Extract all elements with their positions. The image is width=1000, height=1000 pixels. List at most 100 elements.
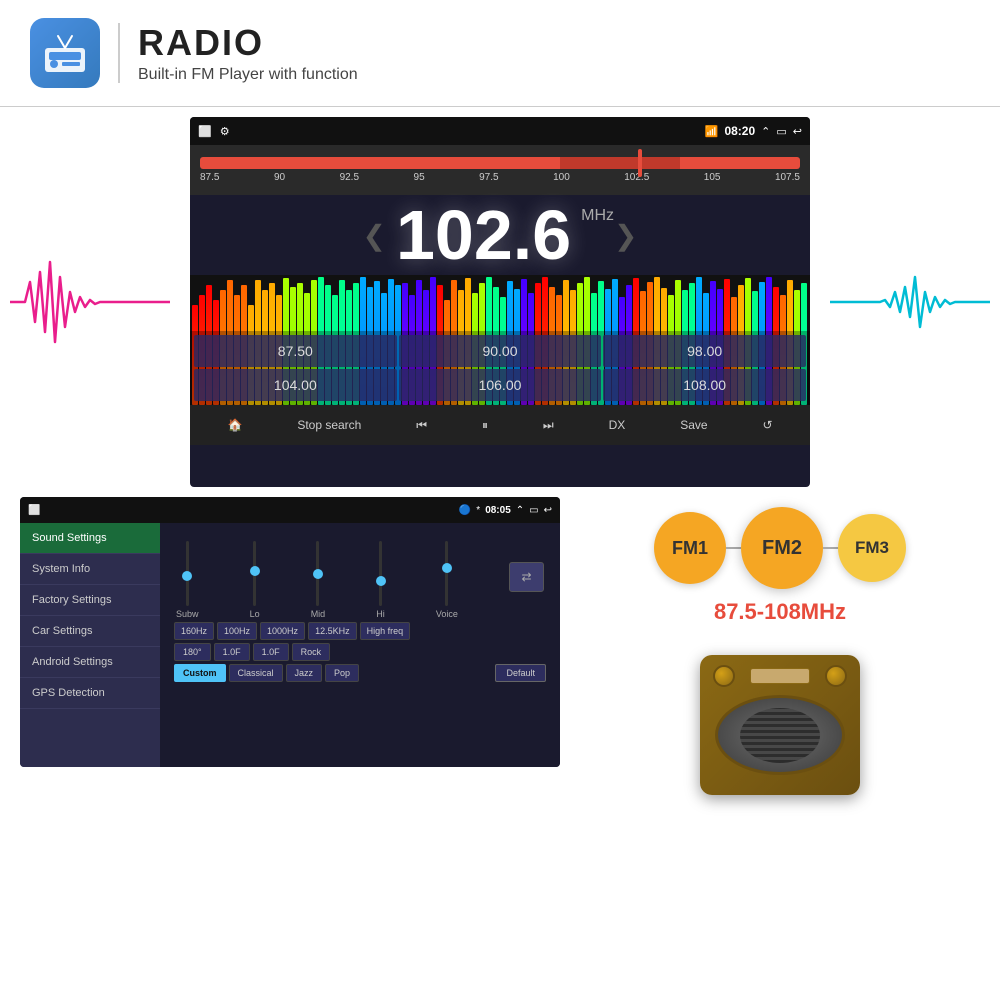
settings-main-panel: Subw Lo Mid (160, 523, 560, 767)
home-button[interactable]: 🏠 (227, 418, 242, 432)
radio-app-icon (30, 18, 100, 88)
wifi-icon: * (476, 505, 480, 516)
mid-label: Mid (311, 609, 326, 619)
radio-display (750, 668, 810, 684)
fm3-bubble: FM3 (838, 514, 906, 582)
vintage-radio (700, 655, 860, 795)
wave-right (830, 242, 990, 362)
preset-item-1[interactable]: 87.50 (194, 335, 397, 367)
preset-item-3[interactable]: 98.00 (603, 335, 806, 367)
settings-time: 08:05 (485, 505, 511, 516)
style-btn-custom[interactable]: Custom (174, 664, 226, 682)
freq-btn-125khz[interactable]: 12.5KHz (308, 622, 357, 640)
control-bar: 🏠 Stop search ⏮ ⏸ ⏭ DX Save ↺ (190, 405, 810, 445)
stop-search-button[interactable]: Stop search (297, 418, 361, 432)
freq-track (200, 157, 800, 169)
eq-slider-lo: Lo (250, 541, 260, 619)
settings-status-bar: ⬜ 🔵 * 08:05 ⌃ ▭ ↩ (20, 497, 560, 523)
voice-knob[interactable] (442, 563, 452, 573)
freq-prev-arrow[interactable]: ❮ (363, 219, 386, 252)
eq-slider-voice: Voice (436, 541, 458, 619)
style-btn-jazz[interactable]: Jazz (286, 664, 323, 682)
bottom-section: ⬜ 🔵 * 08:05 ⌃ ▭ ↩ Sound Settings System … (0, 497, 1000, 795)
dx-button[interactable]: DX (609, 418, 626, 432)
sidebar-item-factory-settings[interactable]: Factory Settings (20, 585, 160, 616)
save-button[interactable]: Save (680, 418, 707, 432)
prev-button[interactable]: ⏮ (416, 418, 427, 433)
freq-bar: 87.5 90 92.5 95 97.5 100 102.5 105 107.5 (190, 145, 810, 195)
back-icon: ↩ (544, 505, 552, 516)
radio-screen-wrapper: ⬜ ⚙ 📶 08:20 ⌃ ▭ ↩ 87.5 90 92.5 (0, 117, 1000, 487)
style-buttons-row: Custom Classical Jazz Pop Default (166, 664, 554, 682)
freq-unit: MHz (581, 207, 614, 225)
style-btn-pop[interactable]: Pop (325, 664, 359, 682)
lo-label: Lo (250, 609, 260, 619)
eq-slider-mid: Mid (311, 541, 326, 619)
play-pause-button[interactable]: ⏸ (482, 418, 488, 433)
hi-label: Hi (376, 609, 385, 619)
status-bar-right: 📶 08:20 ⌃ ▭ ↩ (705, 124, 802, 138)
val-btn-rock[interactable]: Rock (292, 643, 331, 661)
speaker-grill (740, 708, 820, 763)
fm2-bubble: FM2 (741, 507, 823, 589)
freq-btn-1000hz[interactable]: 1000Hz (260, 622, 305, 640)
back-icon: ↩ (793, 125, 802, 138)
eq-sliders-area: Subw Lo Mid (166, 529, 554, 619)
val-btn-1f-2[interactable]: 1.0F (253, 643, 289, 661)
fm-panel: FM1 FM2 FM3 87.5-108MHz (580, 497, 980, 795)
stereo-button[interactable]: ⇄ (509, 562, 544, 592)
freq-btn-100hz[interactable]: 100Hz (217, 622, 257, 640)
subw-knob[interactable] (182, 571, 192, 581)
default-button[interactable]: Default (495, 664, 546, 682)
header-divider (118, 23, 120, 83)
val-btn-180[interactable]: 180° (174, 643, 211, 661)
sidebar-item-sound-settings[interactable]: Sound Settings (20, 523, 160, 554)
expand-icon: ⌃ (516, 505, 524, 516)
radio-status-bar: ⬜ ⚙ 📶 08:20 ⌃ ▭ ↩ (190, 117, 810, 145)
android-radio-screen: ⬜ ⚙ 📶 08:20 ⌃ ▭ ↩ 87.5 90 92.5 (190, 117, 810, 487)
settings-screen: ⬜ 🔵 * 08:05 ⌃ ▭ ↩ Sound Settings System … (20, 497, 560, 767)
header: RADIO Built-in FM Player with function (0, 0, 1000, 107)
radio-knob-left (713, 665, 735, 687)
style-btn-classical[interactable]: Classical (229, 664, 283, 682)
next-button[interactable]: ⏭ (543, 418, 554, 433)
expand-icon: ⌃ (761, 125, 770, 138)
preset-item-6[interactable]: 108.00 (603, 369, 806, 401)
window-icon: ▭ (529, 505, 538, 516)
val-btn-1f-1[interactable]: 1.0F (214, 643, 250, 661)
page-title: RADIO (138, 22, 358, 64)
subw-label: Subw (176, 609, 199, 619)
status-bar-left: ⬜ ⚙ (198, 125, 230, 138)
wave-left (10, 242, 170, 362)
freq-btn-160hz[interactable]: 160Hz (174, 622, 214, 640)
nav-home-icon: ⬜ (28, 505, 40, 516)
sidebar-item-android-settings[interactable]: Android Settings (20, 647, 160, 678)
time-display: 08:20 (724, 124, 755, 138)
sidebar-item-car-settings[interactable]: Car Settings (20, 616, 160, 647)
style-buttons-group: Custom Classical Jazz Pop (174, 664, 359, 682)
freq-labels: 87.5 90 92.5 95 97.5 100 102.5 105 107.5 (200, 172, 800, 183)
freq-number: 102.6 (396, 195, 571, 275)
fm1-bubble: FM1 (654, 512, 726, 584)
hi-knob[interactable] (376, 576, 386, 586)
val-buttons-row: 180° 1.0F 1.0F Rock (166, 643, 554, 661)
settings-icon: ⚙ (220, 125, 230, 138)
page-subtitle: Built-in FM Player with function (138, 66, 358, 84)
fm1-fm2-connector (726, 547, 741, 549)
sidebar-item-system-info[interactable]: System Info (20, 554, 160, 585)
radio-back-button[interactable]: ↺ (762, 418, 772, 432)
mid-knob[interactable] (313, 569, 323, 579)
home-icon: ⬜ (198, 125, 212, 138)
preset-item-5[interactable]: 106.00 (399, 369, 602, 401)
eq-slider-hi: Hi (376, 541, 385, 619)
freq-btn-highfreq[interactable]: High freq (360, 622, 411, 640)
sidebar-item-gps-detection[interactable]: GPS Detection (20, 678, 160, 709)
lo-knob[interactable] (250, 566, 260, 576)
preset-item-4[interactable]: 104.00 (194, 369, 397, 401)
settings-status-left: ⬜ (28, 505, 40, 516)
freq-next-arrow[interactable]: ❯ (614, 219, 637, 252)
header-text: RADIO Built-in FM Player with function (138, 22, 358, 84)
freq-scale: 87.5 90 92.5 95 97.5 100 102.5 105 107.5 (200, 157, 800, 183)
eq-display: 87.50 90.00 98.00 104.00 106.00 108.00 (190, 275, 810, 405)
preset-item-2[interactable]: 90.00 (399, 335, 602, 367)
